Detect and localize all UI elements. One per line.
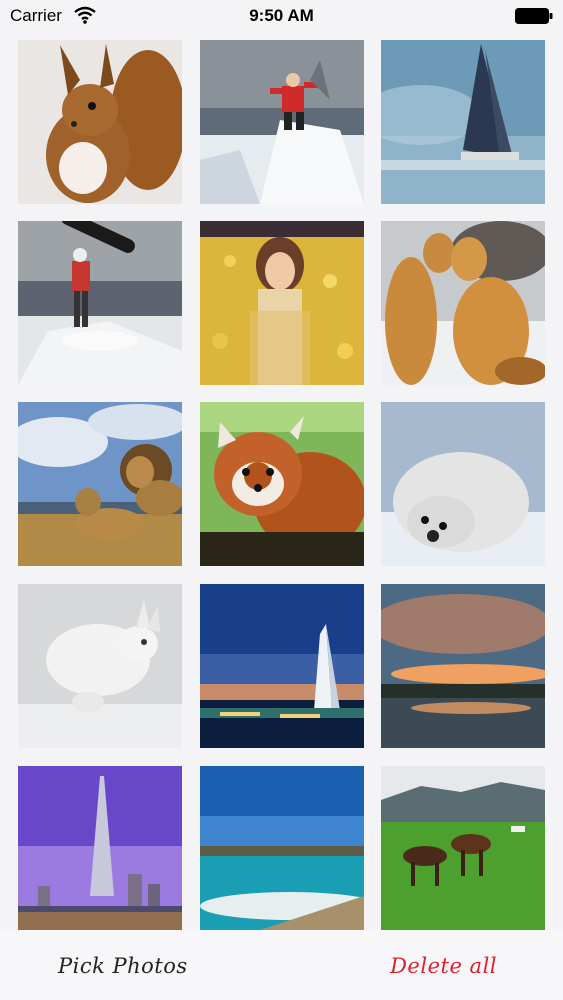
photo-squirrel[interactable] <box>18 40 182 204</box>
photo-snowboarder-jump[interactable] <box>18 221 182 385</box>
photo-lions[interactable] <box>18 402 182 566</box>
photo-white-rabbit[interactable] <box>18 584 182 748</box>
photo-sailboat[interactable] <box>381 40 545 204</box>
photo-burj-khalifa[interactable] <box>18 766 182 930</box>
photo-sunset-lake[interactable] <box>381 584 545 748</box>
photo-burj-al-arab[interactable] <box>200 584 364 748</box>
photo-grid <box>18 40 545 930</box>
status-bar: Carrier 9:50 AM <box>0 0 563 34</box>
photo-foxes[interactable] <box>381 221 545 385</box>
photo-red-panda[interactable] <box>200 402 364 566</box>
battery-icon <box>515 8 553 24</box>
photo-beach-coast[interactable] <box>200 766 364 930</box>
pick-photos-button[interactable]: Pick Photos <box>58 954 188 978</box>
delete-all-button[interactable]: Delete all <box>390 954 497 978</box>
clock-time: 9:50 AM <box>249 6 314 25</box>
photo-horses-meadow[interactable] <box>381 766 545 930</box>
photo-snowboarder-peak[interactable] <box>200 40 364 204</box>
photo-seal-pup[interactable] <box>381 402 545 566</box>
photo-girl-flowers[interactable] <box>200 221 364 385</box>
bottom-toolbar: Pick Photos Delete all <box>0 930 563 1000</box>
